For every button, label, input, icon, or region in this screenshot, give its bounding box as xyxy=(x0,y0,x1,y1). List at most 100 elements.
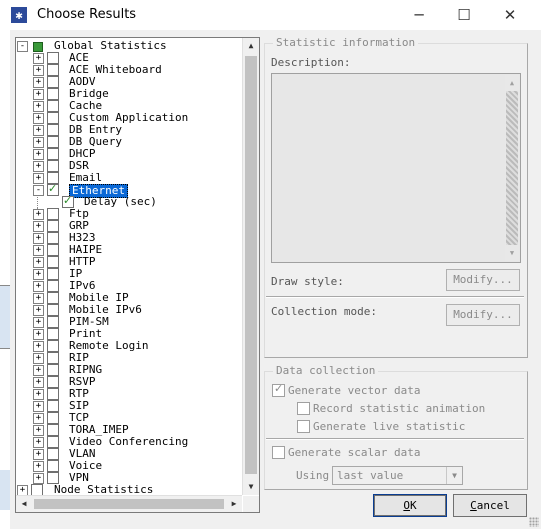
tree-item[interactable]: + DB Entry xyxy=(16,124,242,136)
tree-checkbox[interactable] xyxy=(47,220,59,232)
tree-checkbox[interactable] xyxy=(47,148,59,160)
tree-checkbox[interactable] xyxy=(47,136,59,148)
tree-checkbox[interactable] xyxy=(47,100,59,112)
record-animation-checkbox[interactable] xyxy=(297,402,310,415)
tree-checkbox[interactable] xyxy=(47,436,59,448)
expand-icon[interactable]: + xyxy=(33,233,44,244)
tree-item[interactable]: + GRP xyxy=(16,220,242,232)
expand-icon[interactable]: + xyxy=(33,317,44,328)
scroll-down-arrow-icon[interactable]: ▼ xyxy=(243,479,259,495)
expand-icon[interactable]: + xyxy=(33,329,44,340)
tree-checkbox[interactable] xyxy=(47,412,59,424)
tree-checkbox[interactable] xyxy=(47,256,59,268)
tree-checkbox[interactable] xyxy=(47,352,59,364)
generate-scalar-checkbox[interactable] xyxy=(272,446,285,459)
collapse-icon[interactable]: - xyxy=(33,185,44,196)
expand-icon[interactable]: + xyxy=(33,341,44,352)
scroll-thumb[interactable] xyxy=(245,56,257,474)
expand-icon[interactable]: + xyxy=(33,101,44,112)
expand-icon[interactable]: + xyxy=(33,353,44,364)
expand-icon[interactable]: + xyxy=(33,425,44,436)
expand-icon[interactable]: + xyxy=(33,221,44,232)
scroll-right-arrow-icon[interactable]: ▶ xyxy=(226,496,242,512)
generate-vector-checkbox[interactable] xyxy=(272,382,285,397)
expand-icon[interactable]: + xyxy=(33,245,44,256)
expand-icon[interactable]: + xyxy=(33,449,44,460)
tree-item[interactable]: + VLAN xyxy=(16,448,242,460)
tree-checkbox[interactable] xyxy=(47,88,59,100)
tree-checkbox[interactable] xyxy=(47,316,59,328)
tree-checkbox[interactable] xyxy=(47,182,59,196)
tree-checkbox[interactable] xyxy=(47,112,59,124)
tree-checkbox[interactable] xyxy=(47,280,59,292)
tree-checkbox[interactable] xyxy=(47,160,59,172)
results-tree[interactable]: - Global Statistics + ACE + ACE Whiteboard + AO… xyxy=(15,37,260,513)
expand-icon[interactable]: + xyxy=(33,149,44,160)
tree-horizontal-scrollbar[interactable]: ◀ ▶ xyxy=(16,495,242,512)
tree-item[interactable]: + HAIPE xyxy=(16,244,242,256)
tree-item[interactable]: + DB Query xyxy=(16,136,242,148)
collapse-icon[interactable]: - xyxy=(17,41,28,52)
minimize-button[interactable]: ─ xyxy=(396,0,442,30)
tree-item[interactable]: + Custom Application xyxy=(16,112,242,124)
tree-checkbox[interactable] xyxy=(47,232,59,244)
ok-button[interactable]: OK xyxy=(373,494,447,517)
tree-checkbox[interactable] xyxy=(47,268,59,280)
expand-icon[interactable]: + xyxy=(33,137,44,148)
tree-item[interactable]: + RTP xyxy=(16,388,242,400)
chevron-down-icon[interactable]: ▼ xyxy=(446,467,462,484)
expand-icon[interactable]: + xyxy=(33,305,44,316)
tree-checkbox[interactable] xyxy=(47,424,59,436)
collection-mode-modify-button[interactable]: Modify... xyxy=(446,304,520,326)
tree-item[interactable]: + H323 xyxy=(16,232,242,244)
tree-item[interactable]: + PIM-SM xyxy=(16,316,242,328)
expand-icon[interactable]: + xyxy=(33,53,44,64)
expand-icon[interactable]: + xyxy=(33,461,44,472)
tree-root[interactable]: - Global Statistics xyxy=(16,40,242,52)
tree-item[interactable]: + RSVP xyxy=(16,376,242,388)
tree-checkbox[interactable] xyxy=(47,388,59,400)
tree-child-item[interactable]: Delay (sec) xyxy=(16,194,242,208)
using-select[interactable]: last value ▼ xyxy=(332,466,463,485)
scroll-left-arrow-icon[interactable]: ◀ xyxy=(16,496,32,512)
expand-icon[interactable]: + xyxy=(33,437,44,448)
tree-checkbox[interactable] xyxy=(47,460,59,472)
tree-checkbox[interactable] xyxy=(47,376,59,388)
tree-item[interactable]: + IPv6 xyxy=(16,280,242,292)
tree-checkbox[interactable] xyxy=(47,400,59,412)
tree-checkbox[interactable] xyxy=(47,52,59,64)
expand-icon[interactable]: + xyxy=(33,161,44,172)
expand-icon[interactable]: + xyxy=(33,65,44,76)
tree-item[interactable]: + RIPNG xyxy=(16,364,242,376)
expand-icon[interactable]: + xyxy=(33,77,44,88)
tree-checkbox[interactable] xyxy=(31,484,43,495)
close-button[interactable]: ✕ xyxy=(487,0,533,30)
expand-icon[interactable]: + xyxy=(33,269,44,280)
expand-icon[interactable]: + xyxy=(33,473,44,484)
tree-item[interactable]: + Bridge xyxy=(16,88,242,100)
expand-icon[interactable]: + xyxy=(33,89,44,100)
expand-icon[interactable]: + xyxy=(33,293,44,304)
tree-item[interactable]: + RIP xyxy=(16,352,242,364)
tree-item[interactable]: + DHCP xyxy=(16,148,242,160)
expand-icon[interactable]: + xyxy=(33,125,44,136)
tree-checkbox[interactable] xyxy=(47,448,59,460)
tree-checkbox[interactable] xyxy=(47,304,59,316)
tree-item[interactable]: + Video Conferencing xyxy=(16,436,242,448)
tree-item[interactable]: + DSR xyxy=(16,160,242,172)
expand-icon[interactable]: + xyxy=(33,209,44,220)
scroll-up-arrow-icon[interactable]: ▲ xyxy=(243,38,259,54)
cancel-button[interactable]: Cancel xyxy=(453,494,527,517)
tree-item[interactable]: + ACE Whiteboard xyxy=(16,64,242,76)
tree-item[interactable]: + Remote Login xyxy=(16,340,242,352)
tree-checkbox[interactable] xyxy=(47,124,59,136)
tree-root-node-stats[interactable]: + Node Statistics xyxy=(16,484,242,495)
tree-item[interactable]: + Mobile IPv6 xyxy=(16,304,242,316)
expand-icon[interactable]: + xyxy=(33,173,44,184)
expand-icon[interactable]: + xyxy=(33,413,44,424)
tree-item[interactable]: + AODV xyxy=(16,76,242,88)
tree-checkbox[interactable] xyxy=(47,328,59,340)
hscroll-thumb[interactable] xyxy=(34,499,224,509)
tree-checkbox[interactable] xyxy=(47,340,59,352)
expand-icon[interactable]: + xyxy=(33,401,44,412)
